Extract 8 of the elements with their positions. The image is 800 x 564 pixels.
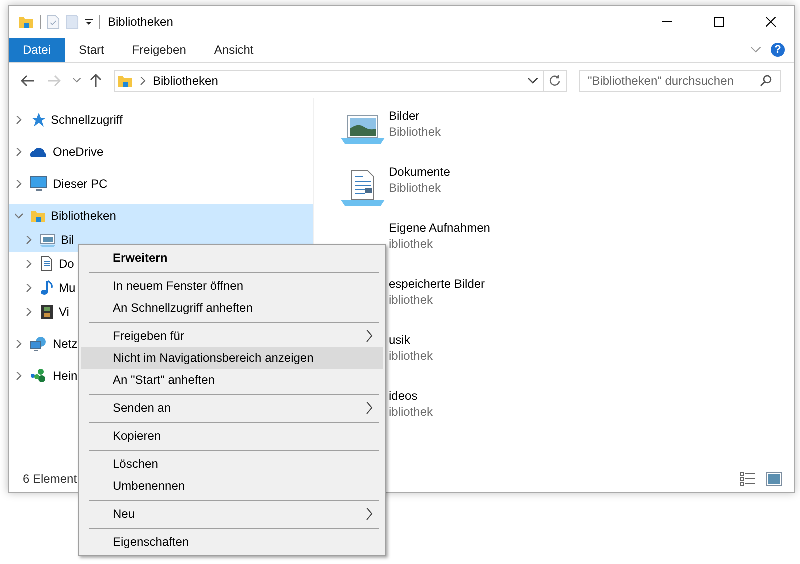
- library-type: ibliothek: [389, 348, 434, 364]
- library-type: Bibliothek: [389, 180, 442, 196]
- library-type: ibliothek: [389, 236, 434, 252]
- library-type: ibliothek: [389, 404, 434, 420]
- item-count: 6 Element: [23, 472, 78, 486]
- library-type: ibliothek: [389, 292, 434, 308]
- window-title: Bibliotheken: [108, 15, 174, 29]
- library-type: Bibliothek: [389, 124, 442, 140]
